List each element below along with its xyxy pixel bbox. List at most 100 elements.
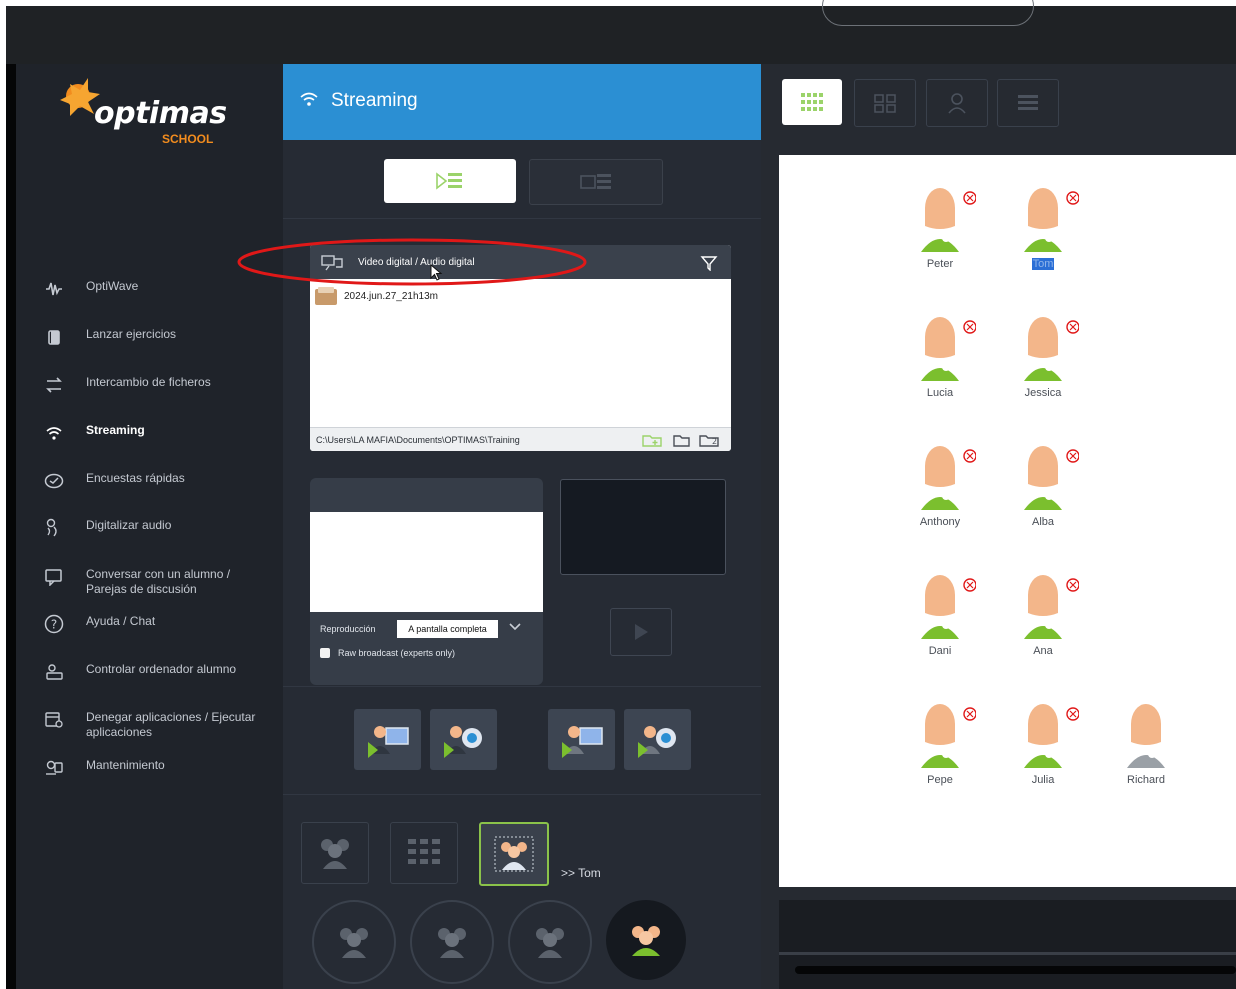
add-folder-icon[interactable] (641, 432, 665, 448)
student-name: Jessica (1024, 387, 1062, 399)
file-panel-title: Video digital / Audio digital (358, 257, 475, 268)
student-name: Ana (1033, 645, 1053, 657)
top-bar (6, 0, 1236, 64)
group-filter-3-button[interactable] (508, 900, 592, 984)
mouse-cursor-icon (430, 264, 443, 281)
broadcast-student-webcam-button[interactable] (624, 709, 691, 770)
student-avatar-icon (1024, 188, 1079, 252)
teacher-webcam-icon (443, 725, 482, 758)
classroom-grid-icon (408, 839, 440, 864)
student-anthony[interactable]: Anthony (900, 444, 980, 544)
student-avatar-icon (921, 704, 976, 768)
sidebar-item-controlar[interactable]: Controlar ordenador alumno (42, 662, 277, 682)
student-name-highlight: Tom (1031, 258, 1055, 270)
divider (283, 794, 761, 795)
sidebar-item-label: Conversar con un alumno / Parejas de dis… (86, 567, 231, 596)
view-grid-large-button[interactable] (854, 79, 916, 127)
student-julia[interactable]: Julia (1003, 702, 1083, 802)
copy-pages-icon (42, 327, 66, 347)
stream-capture-mode-button[interactable] (529, 159, 663, 205)
view-student-cam-button[interactable] (926, 79, 988, 127)
play-button[interactable] (610, 608, 672, 656)
horizontal-scrollbar[interactable] (795, 966, 1236, 974)
group-icon (438, 928, 466, 958)
target-student-label: >> Tom (561, 866, 601, 880)
divider (283, 218, 761, 219)
sidebar-item-label: Mantenimiento (86, 758, 165, 772)
student-avatar-icon (1024, 575, 1079, 639)
open-folder-icon[interactable] (672, 432, 692, 448)
view-list-button[interactable] (997, 79, 1059, 127)
top-pill-control[interactable] (822, 0, 1034, 26)
sidebar-item-digitalizar-audio[interactable]: Digitalizar audio (42, 518, 277, 538)
sidebar-item-conversar[interactable]: Conversar con un alumno / Parejas de dis… (42, 567, 277, 597)
student-name: Peter (926, 258, 954, 270)
remote-control-icon (42, 662, 66, 682)
student-peter[interactable]: Peter (900, 186, 980, 286)
sidebar-item-label: Intercambio de ficheros (86, 375, 211, 389)
media-type-icon[interactable] (320, 253, 346, 271)
sidebar-item-optiwave[interactable]: OptiWave (42, 279, 277, 299)
file-list-item[interactable]: 2024.jun.27_21h13m (314, 285, 438, 307)
student-webcam-icon (637, 725, 676, 758)
student-alba[interactable]: Alba (1003, 444, 1083, 544)
broadcast-monitor (560, 479, 726, 575)
file-panel: Video digital / Audio digital 2024.jun.2… (310, 245, 731, 451)
sidebar-item-ayuda[interactable]: ? Ayuda / Chat (42, 614, 277, 634)
sidebar-item-streaming[interactable]: Streaming (42, 423, 277, 443)
svg-text:2: 2 (712, 437, 717, 446)
folder-path: C:\Users\LA MAFIA\Documents\OPTIMAS\Trai… (316, 435, 520, 445)
player-preview-panel: Reproducción A pantalla completa Raw bro… (310, 478, 543, 685)
student-dani[interactable]: Dani (900, 573, 980, 673)
sidebar-item-label: Ayuda / Chat (86, 614, 156, 628)
chevron-down-icon[interactable] (508, 622, 522, 632)
student-avatar-icon (1024, 704, 1079, 768)
sidebar-item-label: Controlar ordenador alumno (86, 662, 237, 676)
brand-subtitle: SCHOOL (162, 132, 214, 146)
sidebar-item-lanzar-ejercicios[interactable]: Lanzar ejercicios (42, 327, 277, 347)
sidebar-item-label: Lanzar ejercicios (86, 327, 177, 341)
broadcast-webcam-button[interactable] (430, 709, 497, 770)
student-tom[interactable]: Tom (1003, 186, 1083, 286)
student-richard[interactable]: Richard (1106, 702, 1186, 802)
target-all-button[interactable] (301, 822, 369, 884)
filter-icon[interactable] (700, 255, 718, 271)
view-grid-small-button[interactable] (782, 79, 842, 125)
sidebar-item-denegar[interactable]: Denegar aplicaciones / Ejecutar aplicaci… (42, 710, 277, 740)
sidebar-item-encuestas[interactable]: Encuestas rápidas (42, 471, 277, 491)
broadcast-student-screen-button[interactable] (548, 709, 615, 770)
wifi-icon (300, 92, 318, 106)
student-avatar-icon (921, 188, 976, 252)
video-file-icon (315, 287, 337, 305)
maintenance-icon (42, 758, 66, 778)
grid-small-icon (801, 93, 823, 111)
student-jessica[interactable]: Jessica (1003, 315, 1083, 415)
student-avatar-icon (1024, 446, 1079, 510)
target-selected-button[interactable] (479, 822, 549, 886)
group-filter-4-button[interactable] (606, 900, 686, 980)
group-icon (536, 928, 564, 958)
student-avatar-icon (921, 446, 976, 510)
student-name: Pepe (927, 774, 953, 786)
sidebar-item-label: Denegar aplicaciones / Ejecutar aplicaci… (86, 710, 256, 739)
broadcast-screen-button[interactable] (354, 709, 421, 770)
playback-mode-select[interactable]: A pantalla completa (397, 620, 498, 638)
stream-files-mode-button[interactable] (384, 159, 516, 203)
student-pepe[interactable]: Pepe (900, 702, 980, 802)
student-name: Alba (1031, 516, 1055, 528)
sidebar-item-intercambio[interactable]: Intercambio de ficheros (42, 375, 277, 395)
student-lucia[interactable]: Lucia (900, 315, 980, 415)
group-filter-1-button[interactable] (312, 900, 396, 984)
group-filter-2-button[interactable] (410, 900, 494, 984)
help-icon: ? (42, 614, 66, 634)
student-name: Tom (1003, 258, 1083, 270)
sidebar-item-mantenimiento[interactable]: Mantenimiento (42, 758, 277, 778)
grid-large-icon (874, 94, 896, 113)
sidebar-item-label: OptiWave (86, 279, 139, 293)
target-class-button[interactable] (390, 822, 458, 884)
student-ana[interactable]: Ana (1003, 573, 1083, 673)
student-screen-icon (561, 725, 603, 758)
capture-list-icon (580, 174, 611, 189)
raw-broadcast-checkbox[interactable] (320, 648, 330, 658)
folder-up-icon[interactable]: 2 (698, 432, 722, 448)
